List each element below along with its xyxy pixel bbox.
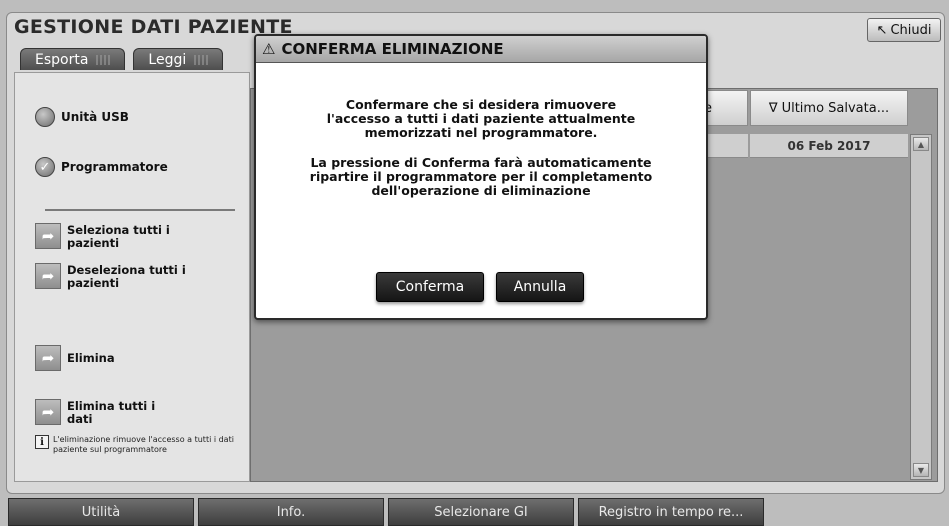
dialog-paragraph: La pressione di Conferma farà automatica… bbox=[309, 155, 653, 198]
realtime-log-button[interactable]: Registro in tempo re... bbox=[578, 498, 764, 526]
radio-unselected-icon bbox=[35, 107, 55, 127]
radio-usb[interactable]: Unità USB bbox=[35, 107, 129, 127]
tab-label: Esporta bbox=[35, 51, 89, 68]
arrow-right-icon: ➦ bbox=[35, 223, 61, 249]
deselect-all-button[interactable]: ➦ Deseleziona tutti i pazienti bbox=[35, 263, 207, 290]
column-label: Ultimo Salvata... bbox=[781, 100, 890, 116]
arrow-up-left-icon: ↖ bbox=[876, 22, 888, 38]
arrow-right-icon: ➦ bbox=[35, 399, 61, 425]
tab-esporta[interactable]: Esporta bbox=[20, 48, 126, 70]
grip-icon bbox=[194, 54, 209, 65]
action-label: Elimina tutti i dati bbox=[67, 399, 156, 426]
confirm-button[interactable]: Conferma bbox=[376, 272, 484, 302]
vertical-scrollbar[interactable]: ▲ ▼ bbox=[910, 134, 932, 480]
divider bbox=[45, 209, 235, 211]
radio-checked-icon: ✓ bbox=[35, 157, 55, 177]
dialog-message: Confermare che si desidera rimuovere l'a… bbox=[256, 98, 706, 214]
cancel-button[interactable]: Annulla bbox=[496, 272, 584, 302]
utility-button[interactable]: Utilità bbox=[8, 498, 194, 526]
action-label: Deseleziona tutti i pazienti bbox=[67, 263, 186, 290]
column-header-last-saved[interactable]: ∇ Ultimo Salvata... bbox=[750, 90, 908, 126]
action-label: Elimina bbox=[67, 351, 115, 365]
grip-icon bbox=[96, 54, 111, 65]
scroll-up-icon[interactable]: ▲ bbox=[913, 137, 929, 151]
left-panel: Unità USB ✓ Programmatore ➦ Seleziona tu… bbox=[14, 72, 250, 482]
confirm-delete-dialog: ⚠ CONFERMA ELIMINAZIONE Confermare che s… bbox=[254, 34, 708, 320]
info-text: L'eliminazione rimuove l'accesso a tutti… bbox=[53, 435, 234, 454]
delete-button[interactable]: ➦ Elimina bbox=[35, 345, 207, 371]
info-note: i L'eliminazione rimuove l'accesso a tut… bbox=[35, 435, 253, 454]
arrow-right-icon: ➦ bbox=[35, 345, 61, 371]
tab-bar: Esporta Leggi bbox=[20, 48, 224, 70]
radio-label: Programmatore bbox=[61, 160, 168, 174]
dialog-paragraph: Confermare che si desidera rimuovere l'a… bbox=[326, 97, 636, 140]
radio-label: Unità USB bbox=[61, 110, 129, 124]
page-title: GESTIONE DATI PAZIENTE bbox=[14, 16, 293, 38]
action-label: Seleziona tutti i pazienti bbox=[67, 223, 170, 250]
info-icon: i bbox=[35, 435, 49, 449]
close-button[interactable]: ↖ Chiudi bbox=[867, 18, 941, 42]
warning-icon: ⚠ bbox=[262, 40, 276, 58]
dialog-title: CONFERMA ELIMINAZIONE bbox=[281, 40, 504, 58]
radio-programmatore[interactable]: ✓ Programmatore bbox=[35, 157, 168, 177]
bottom-toolbar: Utilità Info. Selezionare GI Registro in… bbox=[0, 498, 949, 526]
select-gi-button[interactable]: Selezionare GI bbox=[388, 498, 574, 526]
scroll-down-icon[interactable]: ▼ bbox=[913, 463, 929, 477]
tab-label: Leggi bbox=[148, 51, 187, 68]
select-all-button[interactable]: ➦ Seleziona tutti i pazienti bbox=[35, 223, 207, 250]
delete-all-button[interactable]: ➦ Elimina tutti i dati bbox=[35, 399, 157, 426]
close-label: Chiudi bbox=[890, 22, 932, 38]
dialog-title-bar: ⚠ CONFERMA ELIMINAZIONE bbox=[256, 36, 706, 63]
info-button[interactable]: Info. bbox=[198, 498, 384, 526]
tab-leggi[interactable]: Leggi bbox=[133, 48, 224, 70]
arrow-right-icon: ➦ bbox=[35, 263, 61, 289]
sort-down-icon: ∇ bbox=[768, 100, 778, 116]
table-cell[interactable]: 06 Feb 2017 bbox=[750, 134, 908, 158]
